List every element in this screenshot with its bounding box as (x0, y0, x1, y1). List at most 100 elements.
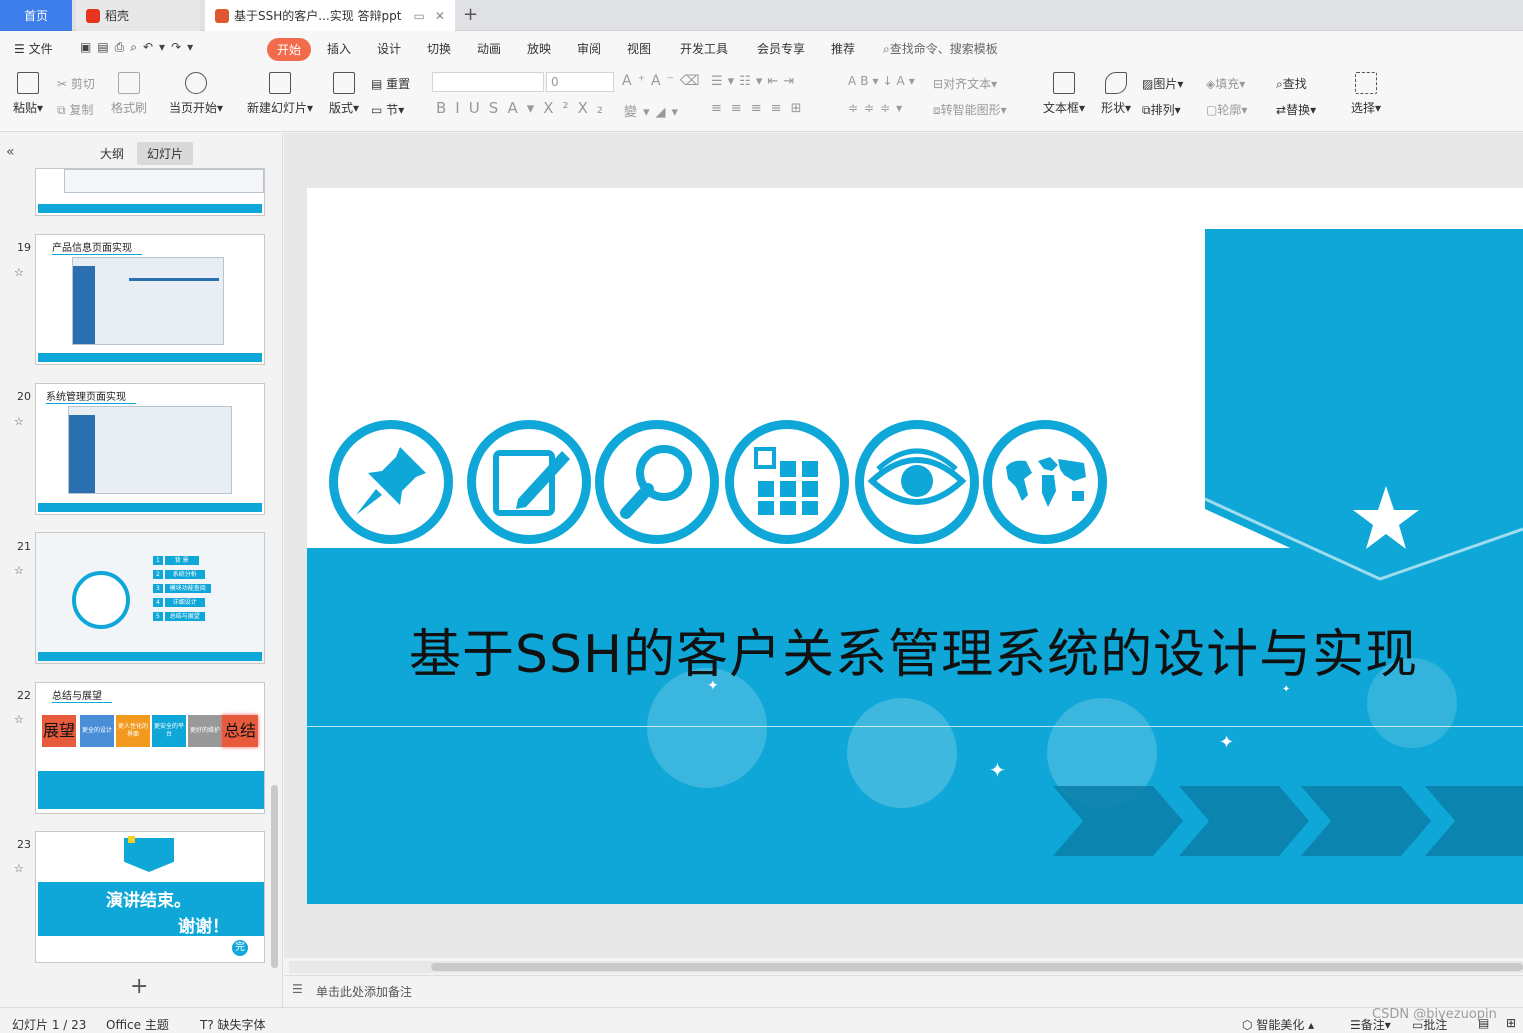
sorter-view-icon[interactable]: ⊞ (1506, 1016, 1516, 1030)
panel-scrollbar[interactable] (271, 785, 278, 968)
section-label: 节 (386, 103, 399, 117)
font-size-select[interactable]: 0 (546, 72, 614, 92)
tab-slideshow[interactable]: 放映 (527, 40, 551, 57)
tab-review[interactable]: 审阅 (577, 40, 601, 57)
shape-icon (1105, 72, 1127, 94)
cut-label: 剪切 (70, 77, 95, 91)
list-buttons[interactable]: ☰▾☷▾⇤⇥ (711, 74, 799, 89)
pin-icon[interactable]: ▭ (413, 9, 424, 23)
slide-thumbnail-21[interactable]: 1 背 景 2 系统分析 3 模块功能查阅 4 详细设计 5 总结与展望 (35, 532, 265, 664)
close-icon[interactable]: ✕ (435, 9, 445, 23)
slide-canvas[interactable]: 基于SSH的客户关系管理系统的设计与实现 ✦ ✦ ✦ ✦ (307, 188, 1523, 904)
textbox-icon (1053, 72, 1075, 94)
ribbon: 粘贴▾ ✂ 剪切 ⧉ 复制 格式刷 当页开始▾ 新建幻灯片▾ 版式▾ ▤ 重置 … (0, 66, 1523, 192)
tab-recommend[interactable]: 推荐 (831, 40, 855, 57)
tab-animation[interactable]: 动画 (477, 40, 501, 57)
beautify-icon: ⬡ (1242, 1018, 1253, 1032)
outline-button[interactable]: ▢轮廓▾ (1206, 101, 1247, 118)
font-style-buttons[interactable]: BIUSA▾X²X₂ (436, 99, 612, 117)
align-text-button[interactable]: ⊟对齐文本▾ (933, 75, 997, 92)
slide-thumbnail-18[interactable] (35, 168, 265, 216)
replace-label: 替换 (1286, 103, 1311, 117)
new-slide-button[interactable]: 新建幻灯片▾ (245, 72, 315, 116)
find-button[interactable]: ⌕查找 (1276, 75, 1307, 92)
select-button[interactable]: 选择▾ (1348, 72, 1384, 116)
text-direction-buttons[interactable]: AB▾↓A▾ (848, 74, 919, 88)
font-size-adjust-buttons[interactable]: A⁺A⁻⌫ (622, 73, 706, 89)
tab-member[interactable]: 会员专享 (757, 40, 805, 57)
tab-daoke-label: 稻壳 (105, 9, 130, 23)
magnifier-icon (595, 420, 719, 544)
thumbnail-title: 总结与展望 (52, 687, 112, 703)
add-slide-button[interactable]: + (130, 974, 148, 999)
section-icon: ▭ (371, 103, 383, 117)
layout-icon (333, 72, 355, 94)
missing-font-button[interactable]: T? 缺失字体 (200, 1016, 266, 1033)
shape-button[interactable]: 形状▾ (1097, 72, 1135, 116)
line-spacing-buttons[interactable]: ≑≑≑▾ (848, 101, 908, 115)
outline-tab[interactable]: 大纲 (100, 145, 124, 162)
shape-label: 形状 (1100, 101, 1125, 115)
slide-thumbnail-20[interactable]: 系统管理页面实现 (35, 383, 265, 515)
format-painter-button[interactable]: 格式刷 (108, 72, 150, 116)
thumbnail-title: 系统管理页面实现 (46, 388, 136, 404)
tab-home[interactable]: 首页 (0, 0, 72, 31)
menu-bar: ☰ 文件 ▣▤⎙⌕↶▾↷▾ 开始 插入 设计 切换 动画 放映 审阅 视图 开发… (0, 31, 1523, 66)
font-family-select[interactable] (432, 72, 544, 92)
fill-button[interactable]: ◈填充▾ (1206, 75, 1245, 92)
reset-icon: ▤ (371, 77, 383, 91)
slide-title[interactable]: 基于SSH的客户关系管理系统的设计与实现 (409, 612, 1418, 687)
reset-button[interactable]: ▤ 重置 (371, 75, 410, 92)
paste-button[interactable]: 粘贴▾ (10, 72, 46, 116)
select-label: 选择 (1350, 101, 1375, 115)
layout-button[interactable]: 版式▾ (326, 72, 362, 116)
thumbnail-marker (128, 836, 135, 843)
tab-transition[interactable]: 切换 (427, 40, 451, 57)
slide-thumbnail-22[interactable]: 总结与展望 展望 更全的设计 更人性化的界面 更安全的平台 更好的维护 总结 (35, 682, 265, 814)
tab-view[interactable]: 视图 (627, 40, 651, 57)
slide-thumbnail-19[interactable]: 产品信息页面实现 (35, 234, 265, 365)
pinyin-buttons[interactable]: 變▾◢▾ (624, 101, 684, 120)
select-icon (1355, 72, 1377, 94)
scrollbar-thumb[interactable] (431, 963, 1523, 971)
copy-button[interactable]: ⧉ 复制 (57, 101, 93, 118)
tab-bar: 首页 稻壳 基于SSH的客户...实现 答辩ppt ▭ ✕ + (0, 0, 1523, 31)
tab-document[interactable]: 基于SSH的客户...实现 答辩ppt ▭ ✕ (205, 0, 455, 31)
star-icon: ☆ (14, 266, 24, 279)
command-search[interactable]: ⌕查找命令、搜索模板 (883, 40, 998, 57)
section-button[interactable]: ▭ 节▾ (371, 101, 404, 118)
slide-thumbnail-23[interactable]: 演讲结束。 谢谢！ 完 (35, 831, 265, 963)
tab-start[interactable]: 开始 (267, 38, 312, 61)
horizontal-scrollbar[interactable] (289, 961, 1523, 973)
play-from-current-label: 当页开始 (168, 101, 217, 115)
thumbnail-screenshot (68, 406, 232, 494)
picture-button[interactable]: ▨图片▾ (1142, 75, 1183, 92)
file-menu[interactable]: ☰ 文件 (14, 40, 53, 57)
notes-pane[interactable]: ☰ 单击此处添加备注 (284, 975, 1523, 1005)
copy-label: 复制 (69, 103, 94, 117)
collapse-icon[interactable]: « (6, 144, 15, 160)
textbox-button[interactable]: 文本框▾ (1040, 72, 1088, 116)
new-tab-button[interactable]: + (463, 4, 478, 25)
paragraph-align-buttons[interactable]: ≡≡≡≡⊞ (711, 101, 810, 116)
command-search-label: 查找命令、搜索模板 (889, 42, 998, 56)
fill-label: 填充 (1215, 77, 1240, 91)
slides-tab[interactable]: 幻灯片 (137, 142, 194, 165)
theme-name[interactable]: Office 主题 (106, 1016, 169, 1033)
tab-developer[interactable]: 开发工具 (680, 40, 728, 57)
beautify-button[interactable]: ⬡ 智能美化 ▴ (1242, 1016, 1314, 1033)
file-menu-label: 文件 (28, 42, 53, 56)
quick-access-toolbar[interactable]: ▣▤⎙⌕↶▾↷▾ (80, 40, 199, 55)
smart-shape-button[interactable]: ⧈转智能图形▾ (933, 101, 1007, 118)
chevron-arrows (1053, 786, 1523, 856)
cut-button[interactable]: ✂ 剪切 (57, 75, 95, 92)
replace-button[interactable]: ⇄替换▾ (1276, 101, 1316, 118)
tab-daoke[interactable]: 稻壳 (76, 0, 200, 31)
arrange-button[interactable]: ⧉排列▾ (1142, 101, 1181, 118)
tab-insert[interactable]: 插入 (327, 40, 351, 57)
banner-flag (1205, 229, 1523, 589)
thumbnail-footer (38, 503, 262, 512)
tab-design[interactable]: 设计 (377, 40, 401, 57)
star-icon: ☆ (14, 713, 24, 726)
play-from-current-button[interactable]: 当页开始▾ (166, 72, 226, 116)
